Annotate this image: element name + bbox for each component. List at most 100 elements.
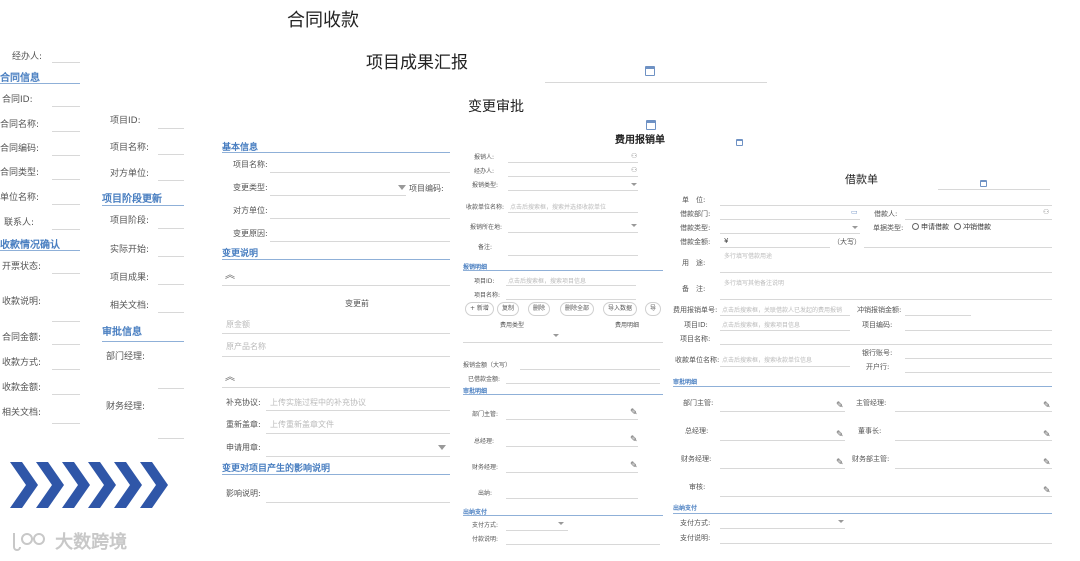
receipt-desc-field[interactable] (52, 321, 80, 322)
impact-desc-field[interactable] (266, 502, 450, 503)
expense-gm-sign[interactable] (506, 446, 638, 447)
radio-circle[interactable] (954, 223, 961, 230)
unit-name-field[interactable] (52, 204, 80, 205)
export-button[interactable]: 导 (645, 302, 662, 316)
collapse-icon[interactable]: ︽ (225, 266, 235, 281)
calendar-icon[interactable] (646, 120, 656, 130)
project-docs-field[interactable] (158, 312, 184, 313)
loan-unit-field[interactable] (720, 205, 1052, 206)
bank-account-field[interactable] (905, 358, 1052, 359)
pen-icon[interactable]: ✎ (1043, 458, 1051, 468)
loan-pay-desc-field[interactable] (720, 543, 1052, 544)
expense-type-select[interactable] (508, 190, 638, 191)
calendar-icon[interactable] (645, 66, 655, 76)
actual-start-field[interactable] (158, 256, 184, 257)
seal-use-select[interactable] (266, 456, 450, 457)
chevron-down-icon[interactable] (398, 185, 406, 190)
expense-finance-sign[interactable] (506, 472, 638, 473)
expense-payee-search[interactable]: 点击后搜索框，搜索并选择收款单位 (510, 202, 606, 211)
loan-payee-search[interactable]: 点击后搜索框，搜索收款单位信息 (722, 355, 812, 364)
total-amount-field[interactable] (520, 369, 660, 370)
pen-icon[interactable]: ✎ (630, 408, 638, 418)
belong-dept-select[interactable] (508, 232, 638, 233)
borrower-field[interactable] (905, 219, 1052, 220)
chevron-down-icon[interactable] (631, 224, 637, 227)
loan-type-select[interactable] (720, 233, 860, 234)
original-amount-input[interactable]: 原金额 (226, 319, 250, 330)
import-data-button[interactable]: 导入数据 (603, 302, 638, 316)
project-result-field[interactable] (158, 284, 184, 285)
loan-date-field[interactable] (938, 189, 1050, 190)
pen-icon[interactable]: ✎ (836, 430, 844, 440)
contract-type-field[interactable] (52, 179, 80, 180)
expense-remark-field[interactable] (508, 255, 638, 256)
loan-dept-head-sign[interactable] (720, 411, 845, 412)
contact-field[interactable] (52, 229, 80, 230)
counterparty-field[interactable] (158, 180, 184, 181)
applicant-field[interactable] (508, 162, 638, 163)
supplement-upload[interactable]: 上传实施过程中的补充协议 (270, 397, 366, 408)
original-product-input[interactable]: 原产品名称 (226, 341, 266, 352)
loan-dept-field[interactable] (720, 219, 860, 220)
chairman-sign[interactable] (895, 440, 1052, 441)
pen-icon[interactable]: ✎ (1043, 401, 1051, 411)
paid-amount-field[interactable] (506, 383, 660, 384)
expense-handler-field[interactable] (508, 176, 638, 177)
purpose-textarea[interactable]: 多行填写借款用途 (724, 251, 772, 260)
change-counterparty-field[interactable] (270, 218, 450, 219)
pen-icon[interactable]: ✎ (630, 435, 638, 445)
loan-finance-sign[interactable] (720, 468, 845, 469)
date-field[interactable] (545, 82, 767, 83)
copy-row-button[interactable]: 复制 (497, 302, 520, 316)
expense-project-id-search[interactable]: 点击后搜索框，搜索项目信息 (508, 276, 586, 285)
radio-circle[interactable] (912, 223, 919, 230)
delete-row-button[interactable]: 删除 (528, 302, 551, 316)
change-type-select[interactable] (270, 195, 406, 196)
project-stage-field[interactable] (158, 228, 184, 229)
pen-icon[interactable]: ✎ (1043, 430, 1051, 440)
chevron-down-icon[interactable] (631, 183, 637, 186)
change-project-name-field[interactable] (270, 172, 450, 173)
chevron-down-icon[interactable] (838, 520, 844, 523)
user-icon[interactable]: ⚇ (1043, 208, 1049, 216)
calendar-icon[interactable] (736, 139, 743, 146)
dept-manager-field[interactable] (158, 388, 184, 389)
chevron-down-icon[interactable] (438, 445, 446, 450)
detail-row[interactable] (463, 342, 663, 343)
radio-offset-loan[interactable]: 冲销借款 (954, 222, 991, 232)
uppercase-field[interactable] (864, 247, 1052, 248)
loan-pay-method-select[interactable] (720, 528, 845, 529)
contract-amount-field[interactable] (52, 344, 80, 345)
related-form-search[interactable]: 点击后搜索框，关联借款人已发起的费用报销 (722, 305, 842, 314)
add-row-button[interactable]: + 新增 (465, 302, 494, 316)
change-reason-field[interactable] (270, 241, 450, 242)
pen-icon[interactable]: ✎ (836, 401, 844, 411)
project-id-field[interactable] (158, 128, 184, 129)
chevron-down-icon[interactable] (553, 334, 559, 337)
loan-amount-field[interactable] (720, 247, 830, 248)
chevron-down-icon[interactable] (852, 226, 858, 229)
loan-remark-textarea[interactable]: 多行填写其他备注说明 (724, 278, 784, 287)
contract-name-field[interactable] (52, 131, 80, 132)
bank-field[interactable] (905, 372, 1052, 373)
loan-project-code-field[interactable] (905, 330, 1052, 331)
radio-apply-loan[interactable]: 申请借款 (912, 222, 949, 232)
re-stamp-upload[interactable]: 上传重新盖章文件 (270, 419, 334, 430)
expense-dept-head-sign[interactable] (506, 419, 638, 420)
expense-pay-desc-field[interactable] (506, 544, 660, 545)
loan-project-id-search[interactable]: 点击后搜索框，搜索项目信息 (722, 320, 800, 329)
contract-id-field[interactable] (52, 106, 80, 107)
chevron-down-icon[interactable] (558, 522, 564, 525)
pen-icon[interactable]: ✎ (1043, 486, 1051, 496)
finance-manager-field[interactable] (158, 438, 184, 439)
pen-icon[interactable]: ✎ (630, 461, 638, 471)
related-docs-field[interactable] (52, 423, 80, 424)
receipt-method-field[interactable] (52, 369, 80, 370)
loan-gm-sign[interactable] (720, 440, 845, 441)
project-name-field[interactable] (158, 154, 184, 155)
contract-code-field[interactable] (52, 155, 80, 156)
supervisor-sign[interactable] (895, 411, 1052, 412)
loan-project-name-field[interactable] (720, 344, 1052, 345)
finance-head-sign[interactable] (895, 468, 1052, 469)
handler-field[interactable] (52, 62, 80, 63)
